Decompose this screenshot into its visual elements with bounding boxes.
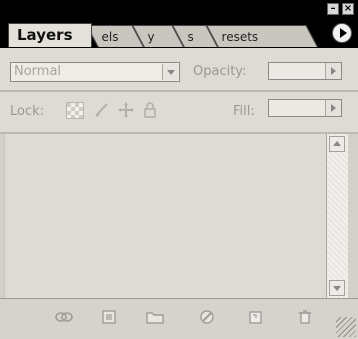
layers-panel: – × Layers els y s resets Normal Opacity…	[0, 0, 358, 339]
fill-label: Fill:	[233, 104, 255, 119]
lock-label: Lock:	[10, 104, 45, 119]
blend-mode-value: Normal	[14, 64, 62, 79]
lock-image-icon[interactable]	[92, 100, 112, 120]
delete-layer-icon[interactable]	[294, 308, 316, 326]
panel-titlebar[interactable]: – ×	[0, 0, 358, 18]
resize-grip-icon[interactable]	[336, 317, 356, 337]
panel-menu-icon[interactable]	[332, 23, 352, 43]
scroll-down-icon[interactable]	[329, 280, 345, 296]
link-layers-icon[interactable]	[53, 308, 75, 326]
tab-label: resets	[221, 30, 259, 44]
tab-label: y	[147, 30, 155, 44]
adjustment-layer-icon[interactable]	[196, 308, 218, 326]
opacity-input[interactable]	[268, 62, 342, 80]
new-layer-icon[interactable]	[244, 308, 266, 326]
layer-mask-icon[interactable]	[144, 308, 166, 326]
chevron-down-icon[interactable]	[162, 64, 178, 80]
tab-label: s	[187, 30, 194, 44]
tab-presets[interactable]: resets	[206, 25, 318, 47]
layers-list[interactable]	[4, 134, 327, 298]
lock-transparent-icon[interactable]	[66, 102, 84, 119]
fill-slider-arrow-icon[interactable]	[325, 100, 341, 116]
tab-label: Layers	[17, 26, 73, 44]
lock-all-icon[interactable]	[140, 100, 160, 120]
opacity-label: Opacity:	[193, 64, 247, 79]
lock-position-icon[interactable]	[116, 100, 136, 120]
close-icon[interactable]: ×	[342, 3, 354, 15]
layer-style-icon[interactable]	[98, 308, 120, 326]
tab-bar: Layers els y s resets	[0, 18, 358, 48]
tab-layers[interactable]: Layers	[8, 23, 92, 47]
fill-input[interactable]	[268, 99, 342, 117]
tab-label: els	[101, 30, 119, 44]
scroll-up-icon[interactable]	[329, 136, 345, 152]
minimize-icon[interactable]: –	[327, 3, 339, 15]
layers-scrollbar[interactable]	[326, 134, 348, 298]
blend-mode-select[interactable]: Normal	[10, 62, 180, 82]
opacity-slider-arrow-icon[interactable]	[325, 63, 341, 79]
